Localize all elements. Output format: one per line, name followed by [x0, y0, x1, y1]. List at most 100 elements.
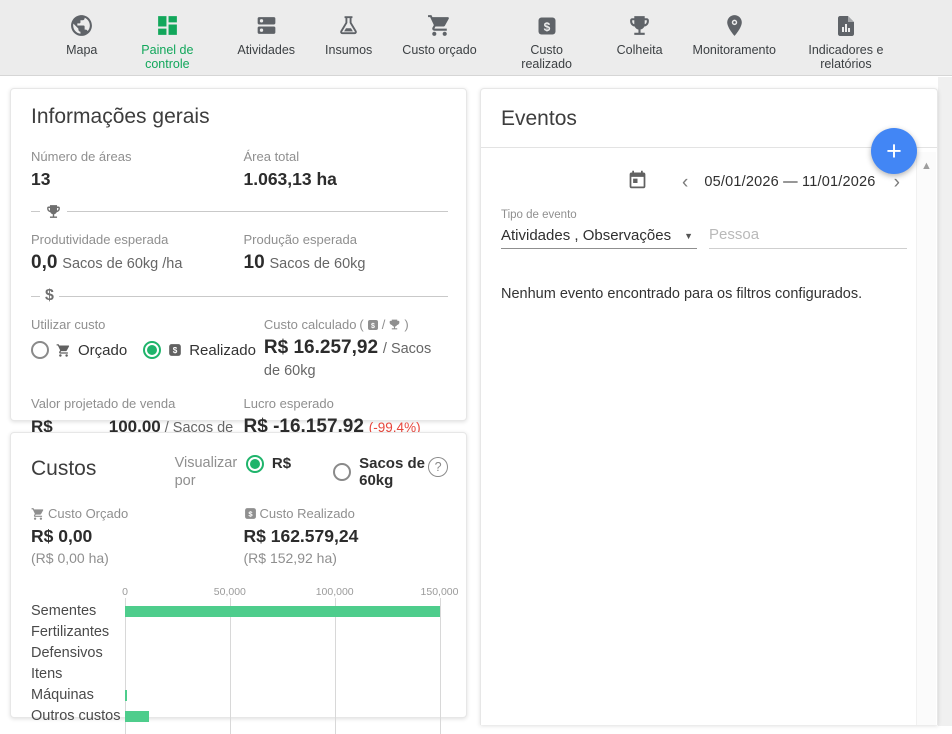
- chart-bar-row: [125, 622, 450, 643]
- numero-areas-value: 13: [31, 169, 236, 190]
- chart-category-label: Máquinas: [31, 685, 125, 706]
- custo-realizado-label: $ Custo Realizado: [244, 506, 449, 521]
- chart-tick-label: 100,000: [316, 586, 354, 598]
- valor-projetado-label: Valor projetado de venda: [31, 396, 236, 411]
- chart-bar: [125, 711, 149, 722]
- sacos-radio[interactable]: [333, 463, 351, 481]
- next-week-chevron[interactable]: ›: [890, 173, 904, 192]
- custo-orcado-label: Custo Orçado: [31, 506, 236, 521]
- orcado-radio-label: Orçado: [78, 342, 127, 359]
- custo-orcado-field: Custo Orçado R$ 0,00 (R$ 0,00 ha): [31, 506, 236, 566]
- chart-axis: 050,000100,000150,000: [125, 586, 450, 601]
- tipo-evento-value: Atividades , Observações: [501, 227, 684, 244]
- chart-category-label: Fertilizantes: [31, 622, 125, 643]
- custo-calculado-label: Custo calculado ( $ / ): [264, 317, 448, 332]
- chart-bar-row: [125, 664, 450, 685]
- chart-category-label: Defensivos: [31, 643, 125, 664]
- custo-realizado-per-ha: (R$ 152,92 ha): [244, 550, 449, 566]
- custo-orcado-per-ha: (R$ 0,00 ha): [31, 550, 236, 566]
- flask-icon: [335, 12, 362, 39]
- nav-label: Custo orçado: [402, 44, 476, 58]
- dollar-badge-icon: $: [244, 507, 257, 520]
- nav-label: Mapa: [66, 44, 97, 58]
- scroll-up-icon[interactable]: ▲: [921, 161, 932, 725]
- custo-realizado-field: $ Custo Realizado R$ 162.579,24 (R$ 152,…: [244, 506, 449, 566]
- trophy-icon: [388, 318, 401, 331]
- custos-bar-chart: 050,000100,000150,000 SementesFertilizan…: [31, 586, 450, 727]
- orcado-radio-option[interactable]: Orçado: [31, 341, 127, 359]
- rs-radio-option[interactable]: R$: [246, 455, 291, 473]
- custo-calculado-field: Custo calculado ( $ / ) R$ 16.257,92 / S…: [264, 317, 448, 380]
- producao-label: Produção esperada: [244, 232, 449, 247]
- tipo-evento-field: Tipo de evento Atividades , Observações …: [501, 209, 697, 249]
- empty-events-message: Nenhum evento encontrado para os filtros…: [481, 286, 937, 302]
- chart-bar-row: [125, 685, 450, 706]
- trophy-icon: [40, 203, 67, 220]
- nav-item-custo-realizado[interactable]: $ Custo realizado: [507, 12, 587, 72]
- top-navigation: Mapa Painel de controle Atividades Insum…: [0, 0, 952, 76]
- chart-rows: [125, 601, 450, 727]
- orcado-radio[interactable]: [31, 341, 49, 359]
- nav-item-painel-de-controle[interactable]: Painel de controle: [127, 12, 207, 72]
- eventos-scrollbar[interactable]: ▲: [916, 152, 936, 725]
- producao-value: 10 Sacos de 60kg: [244, 252, 449, 274]
- rs-radio[interactable]: [246, 455, 264, 473]
- nav-label: Colheita: [617, 44, 663, 58]
- nav-label: Indicadores e relatórios: [806, 44, 886, 72]
- area-total-field: Área total 1.063,13 ha: [244, 149, 449, 190]
- sacos-radio-option[interactable]: Sacos de 60kg: [333, 455, 428, 490]
- calendar-icon[interactable]: [627, 169, 648, 195]
- nav-item-mapa[interactable]: Mapa: [66, 12, 97, 58]
- informacoes-gerais-title: Informações gerais: [31, 105, 448, 129]
- producao-field: Produção esperada 10 Sacos de 60kg: [244, 232, 449, 274]
- trophy-divider: [31, 203, 448, 220]
- pessoa-input[interactable]: [709, 226, 907, 249]
- realizado-radio-label: Realizado: [189, 342, 256, 359]
- area-total-value: 1.063,13 ha: [244, 169, 449, 190]
- custo-calculado-value: R$ 16.257,92 / Sacos de 60kg: [264, 337, 448, 380]
- add-event-button[interactable]: +: [871, 128, 917, 174]
- nav-label: Monitoramento: [693, 44, 776, 58]
- page-scrollbar-gutter: [938, 77, 952, 726]
- nav-item-atividades[interactable]: Atividades: [237, 12, 295, 58]
- lucro-esperado-label: Lucro esperado: [244, 396, 449, 411]
- tipo-evento-select[interactable]: Atividades , Observações ▼: [501, 227, 697, 249]
- nav-item-monitoramento[interactable]: Monitoramento: [693, 12, 776, 58]
- nav-item-custo-orcado[interactable]: Custo orçado: [402, 12, 476, 58]
- chart-bar-row: [125, 643, 450, 664]
- svg-text:$: $: [543, 19, 550, 33]
- nav-item-insumos[interactable]: Insumos: [325, 12, 372, 58]
- rs-radio-label: R$: [272, 455, 291, 472]
- dollar-icon: $: [40, 287, 59, 305]
- nav-label: Atividades: [237, 44, 295, 58]
- chart-category-label: Itens: [31, 664, 125, 685]
- nav-item-colheita[interactable]: Colheita: [617, 12, 663, 58]
- help-icon[interactable]: ?: [428, 457, 448, 477]
- chart-bar: [125, 606, 440, 617]
- nav-item-indicadores-relatorios[interactable]: Indicadores e relatórios: [806, 12, 886, 72]
- caret-down-icon: ▼: [684, 231, 693, 241]
- pessoa-field: [709, 226, 907, 249]
- area-total-label: Área total: [244, 149, 449, 164]
- dollar-badge-icon: $: [367, 319, 379, 331]
- chart-tick-label: 150,000: [421, 586, 459, 598]
- dollar-badge-icon: $: [533, 12, 560, 39]
- dollar-badge-icon: $: [168, 343, 182, 357]
- realizado-radio[interactable]: [143, 341, 161, 359]
- chart-plot: [125, 601, 450, 727]
- activities-list-icon: [253, 12, 280, 39]
- sacos-radio-label: Sacos de 60kg: [359, 455, 428, 490]
- prev-week-chevron[interactable]: ‹: [678, 173, 692, 192]
- visualizar-por-label: Visualizar por: [175, 451, 246, 490]
- date-range-row: ‹ 05/01/2026 — 11/01/2026 ›: [481, 169, 937, 195]
- report-file-icon: [832, 12, 859, 39]
- custos-card: Custos Visualizar por R$ Sacos de 60kg ?…: [10, 432, 467, 718]
- cart-icon: [56, 343, 71, 358]
- chart-categories: SementesFertilizantesDefensivosItensMáqu…: [31, 601, 125, 727]
- map-pin-bug-icon: [721, 12, 748, 39]
- utilizar-custo-label: Utilizar custo: [31, 317, 256, 332]
- realizado-radio-option[interactable]: $ Realizado: [143, 341, 256, 359]
- date-range-value[interactable]: 05/01/2026 — 11/01/2026: [704, 174, 875, 190]
- chart-tick-label: 0: [122, 586, 128, 598]
- produtividade-label: Produtividade esperada: [31, 232, 236, 247]
